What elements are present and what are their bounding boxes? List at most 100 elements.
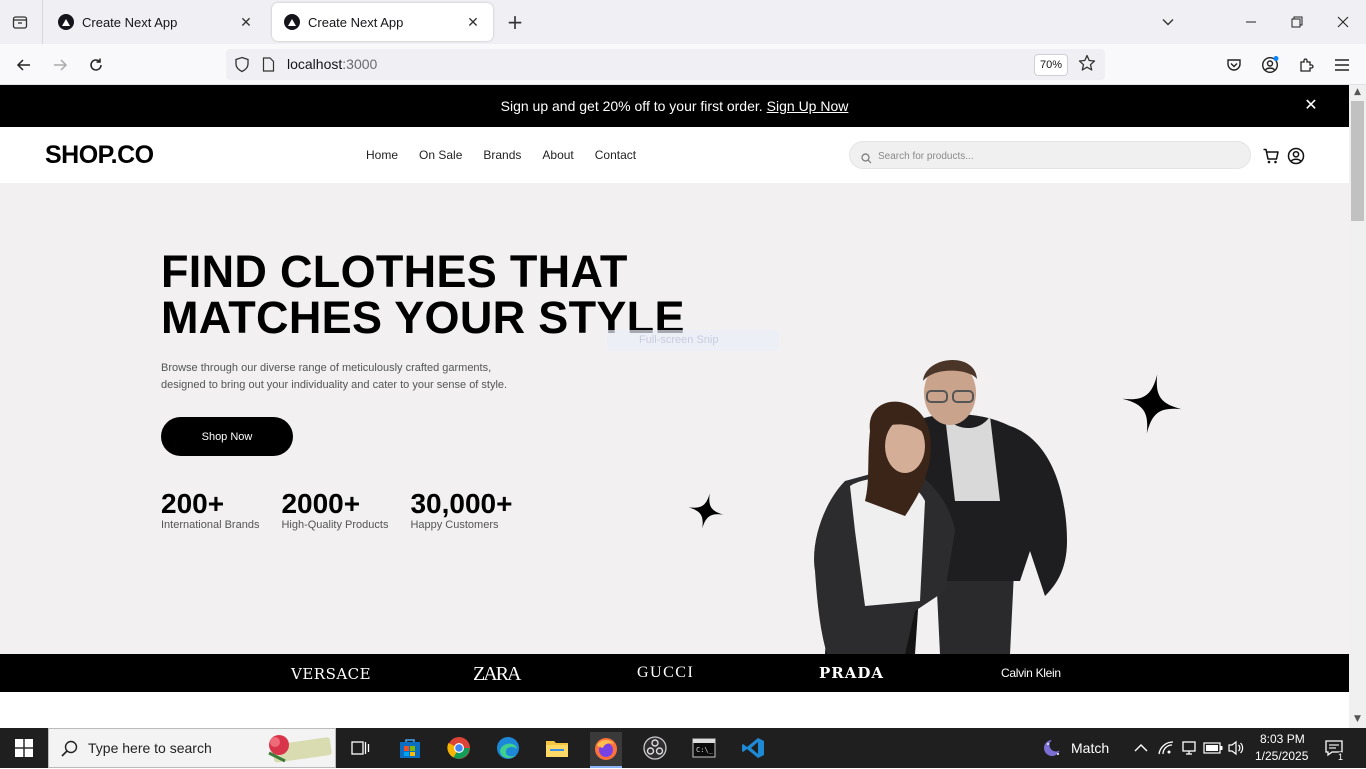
snip-overlay-label: Full-screen Snip [607,330,779,351]
notification-count-badge: 1 [1336,752,1346,762]
url-host: localhost [287,56,343,72]
search-input[interactable] [878,147,1238,165]
vscode-icon[interactable] [737,732,769,764]
hero-title-line: MATCHES YOUR STYLE [161,292,685,343]
brand-calvin-klein[interactable]: Calvin Klein [1001,666,1061,680]
weather-moon-icon[interactable] [1036,732,1068,764]
url-bar[interactable]: localhost:3000 70% [226,49,1105,80]
promo-text: Sign up and get 20% off to your first or… [500,98,763,114]
extensions-icon[interactable] [1293,52,1319,78]
nav-link-brands[interactable]: Brands [483,148,521,162]
user-account-icon[interactable] [1287,147,1305,165]
scrollbar-thumb[interactable] [1351,101,1364,221]
bookmark-star-icon[interactable] [1078,54,1096,76]
brand-prada[interactable]: PRADA [819,664,884,682]
hero-title-line: FIND CLOTHES THAT [161,246,628,297]
tracking-shield-icon[interactable] [234,56,250,77]
sign-up-link[interactable]: Sign Up Now [767,98,849,114]
minimize-icon[interactable] [1239,10,1263,34]
tab-divider [42,0,43,44]
close-tab-icon[interactable]: ✕ [465,14,481,30]
obs-studio-icon[interactable] [639,732,671,764]
clock-date[interactable]: 1/25/2025 [1255,749,1308,763]
firefox-icon[interactable] [590,732,622,768]
back-arrow-icon[interactable] [11,52,37,78]
nav-link-on-sale[interactable]: On Sale [419,148,462,162]
pocket-icon[interactable] [1221,52,1247,78]
site-logo[interactable]: SHOP.CO [45,141,154,170]
stat-item: 2000+ High-Quality Products [281,488,389,532]
url-port: :3000 [342,56,378,72]
scroll-down-icon[interactable]: ▼ [1352,714,1363,725]
main-nav: Home On Sale Brands About Contact [366,148,657,162]
stat-item: 200+ International Brands [161,488,259,532]
close-tab-icon[interactable]: ✕ [238,14,254,30]
stat-label: Happy Customers [410,519,499,531]
close-banner-icon[interactable]: ✕ [1303,98,1319,114]
zoom-level-button[interactable]: 70% [1034,54,1068,76]
search-icon [861,149,872,168]
brand-zara[interactable]: ZARA [473,663,521,686]
chrome-icon[interactable] [443,732,475,764]
hero-section: FIND CLOTHES THAT MATCHES YOUR STYLE Bro… [0,183,1349,654]
restore-icon[interactable] [1285,10,1309,34]
list-all-tabs-chevron-icon[interactable] [1156,10,1180,34]
shop-now-button[interactable]: Shop Now [161,417,293,456]
close-window-icon[interactable] [1331,10,1355,34]
hero-models-image [814,360,1067,654]
taskbar-search-box[interactable]: Type here to search [48,728,336,768]
cart-icon[interactable] [1262,147,1280,165]
product-search[interactable] [849,141,1251,169]
browser-tab-bar: Create Next App ✕ Create Next App ✕ + [0,0,1366,44]
account-icon[interactable] [1257,52,1283,78]
volume-icon[interactable] [1220,732,1252,764]
hero-stats: 200+ International Brands 2000+ High-Qua… [161,488,534,532]
edge-icon[interactable] [492,732,524,764]
nav-link-about[interactable]: About [542,148,573,162]
hero-desc-line: designed to bring out your individuality… [161,379,508,391]
url-text[interactable]: localhost:3000 [287,56,377,72]
browser-tab-active[interactable]: Create Next App ✕ [272,3,493,41]
forward-arrow-icon[interactable] [47,52,73,78]
new-tab-button[interactable]: + [504,11,526,33]
sparkle-large-icon [1122,374,1182,434]
brand-strip: VERSACE ZARA GUCCI PRADA Calvin Klein [0,654,1349,692]
page-viewport: Sign up and get 20% off to your first or… [0,85,1349,728]
terminal-icon[interactable]: C:\_ [688,732,720,764]
file-explorer-icon[interactable] [541,732,573,764]
microsoft-store-icon[interactable] [394,732,426,764]
stat-value: 30,000+ [410,488,513,519]
stat-label: High-Quality Products [281,519,389,531]
stat-value: 200+ [161,488,225,519]
page-info-icon[interactable] [262,57,275,76]
tab-title: Create Next App [82,14,178,30]
nav-link-home[interactable]: Home [366,148,398,162]
svg-text:C:\_: C:\_ [696,746,714,754]
scroll-up-icon[interactable]: ▲ [1352,87,1363,98]
windows-start-icon[interactable] [8,732,40,764]
hero-description: Browse through our diverse range of meti… [161,360,561,394]
sparkle-small-icon [688,493,724,529]
nav-link-contact[interactable]: Contact [595,148,636,162]
hero-title: FIND CLOTHES THAT MATCHES YOUR STYLE [161,246,685,343]
search-icon [61,740,78,761]
site-header: SHOP.CO Home On Sale Brands About Contac… [0,127,1349,183]
promo-banner: Sign up and get 20% off to your first or… [0,85,1349,127]
page-scrollbar[interactable]: ▲ ▼ [1349,85,1366,728]
notification-center-icon[interactable] [1318,732,1350,764]
stat-value: 2000+ [281,488,361,519]
browser-tab[interactable]: Create Next App ✕ [46,3,266,41]
tab-overview-icon[interactable] [8,10,32,34]
weather-text[interactable]: Match [1071,740,1109,756]
windows-taskbar: Type here to search C:\_ Match 8:03 PM 1… [0,728,1366,768]
brand-gucci[interactable]: GUCCI [637,664,694,682]
browser-nav-bar: localhost:3000 70% [0,44,1366,85]
reload-icon[interactable] [83,52,109,78]
nextjs-favicon-icon [58,14,74,30]
tab-title: Create Next App [308,14,404,30]
nextjs-favicon-icon [284,14,300,30]
clock-time[interactable]: 8:03 PM [1260,732,1305,746]
brand-versace[interactable]: VERSACE [291,665,371,683]
hamburger-menu-icon[interactable] [1329,52,1355,78]
task-view-icon[interactable] [344,732,376,764]
